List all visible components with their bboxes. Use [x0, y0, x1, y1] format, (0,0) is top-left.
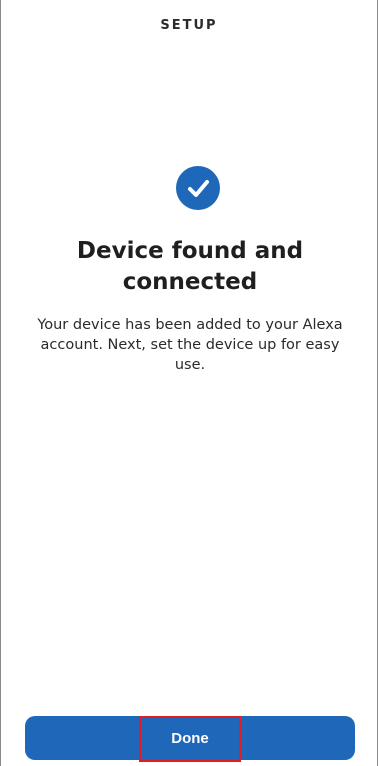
page-title: SETUP — [160, 18, 218, 33]
check-circle-icon — [176, 166, 220, 210]
status-message: Your device has been added to your Alexa… — [37, 317, 343, 373]
status-title: Device found and connected — [76, 238, 304, 295]
done-button-label: Done — [139, 716, 241, 762]
setup-screen: SETUP Device found and connected Your de… — [0, 0, 378, 766]
done-button[interactable]: Done — [25, 716, 355, 762]
